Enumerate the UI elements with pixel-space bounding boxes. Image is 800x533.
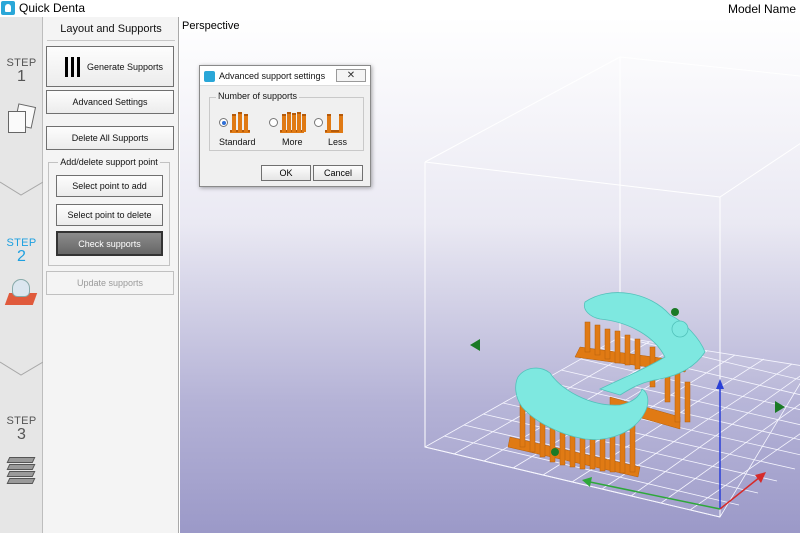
app-logo-icon: [1, 1, 15, 15]
dialog-title-bar: Advanced support settings ✕: [200, 66, 370, 86]
step-1[interactable]: STEP 1: [0, 57, 43, 133]
cancel-button[interactable]: Cancel: [313, 165, 363, 181]
generate-supports-button[interactable]: Generate Supports: [46, 46, 174, 87]
panel-title: Layout and Supports: [60, 23, 162, 35]
close-icon[interactable]: ✕: [336, 69, 366, 82]
layout-pages-icon: [6, 103, 37, 135]
delete-all-supports-button[interactable]: Delete All Supports: [46, 126, 174, 150]
standard-label: Standard: [219, 137, 256, 147]
check-supports-button[interactable]: Check supports: [56, 231, 163, 256]
model-name: Model Name: [727, 2, 796, 16]
step-2-number: 2: [17, 248, 26, 265]
advanced-settings-button[interactable]: Advanced Settings: [46, 90, 174, 114]
select-point-to-add-button[interactable]: Select point to add: [56, 175, 163, 197]
generate-supports-icon: [65, 57, 80, 77]
standard-radio[interactable]: [219, 118, 228, 127]
step-separator: [0, 361, 43, 376]
group-title: Add/delete support point: [58, 157, 160, 167]
slice-layers-icon: [6, 455, 36, 485]
title-bar: Quick Denta Model Name: [0, 0, 800, 17]
less-radio[interactable]: [314, 118, 323, 127]
advanced-support-settings-dialog: Advanced support settings ✕ Number of su…: [199, 65, 371, 187]
dialog-title: Advanced support settings: [219, 71, 326, 81]
support-model-icon: [4, 277, 38, 309]
step-rail: STEP 1 STEP 2 STEP 3: [0, 17, 43, 533]
number-of-supports-group: Number of supports Standard More Less: [209, 91, 364, 151]
step-1-number: 1: [17, 68, 26, 85]
generate-supports-label: Generate Supports: [87, 62, 164, 72]
ok-button[interactable]: OK: [261, 165, 311, 181]
app-logo-icon: [204, 71, 215, 82]
layout-supports-panel: Layout and Supports Generate Supports Ad…: [43, 17, 179, 533]
number-of-supports-label: Number of supports: [216, 91, 300, 101]
update-supports-button[interactable]: Update supports: [46, 271, 174, 295]
step-3-number: 3: [17, 426, 26, 443]
denture-model-rear-knob: [671, 320, 689, 338]
step-2[interactable]: STEP 2: [0, 237, 43, 305]
select-point-to-delete-button[interactable]: Select point to delete: [56, 204, 163, 226]
step-3[interactable]: STEP 3: [0, 415, 43, 484]
panel-divider: [47, 40, 175, 41]
less-label: Less: [328, 137, 348, 147]
step-separator: [0, 181, 43, 196]
more-radio[interactable]: [269, 118, 278, 127]
more-label: More: [282, 137, 303, 147]
app-title: Quick Denta: [19, 1, 86, 15]
